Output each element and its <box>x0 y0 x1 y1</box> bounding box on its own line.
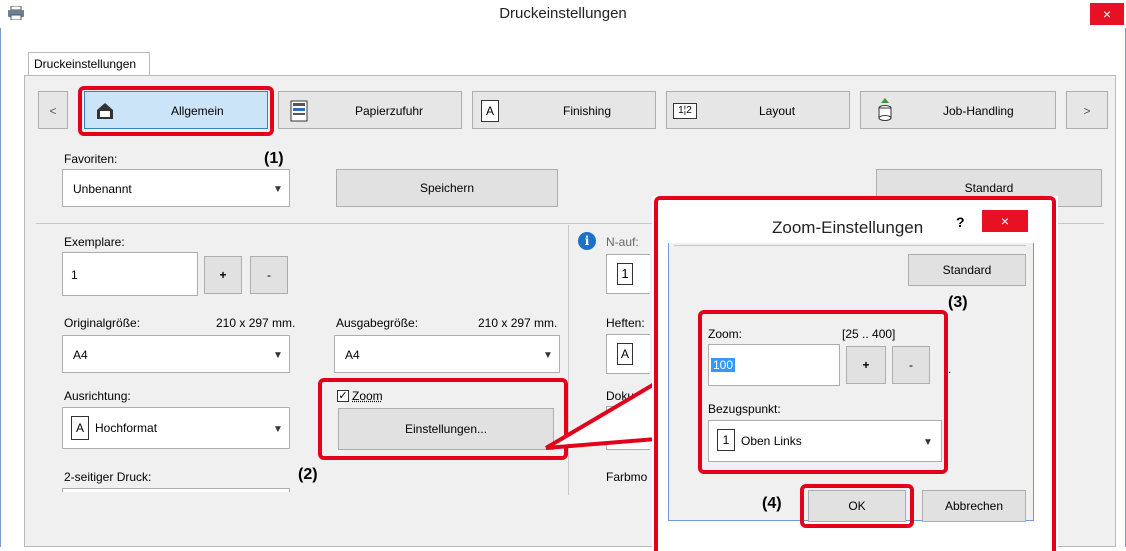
orientation-value: Hochformat <box>95 421 158 435</box>
output-size-select[interactable]: A4 ▼ <box>334 335 560 373</box>
dialog-close-button[interactable]: × <box>982 210 1028 232</box>
original-size-dims: 210 x 297 mm. <box>216 316 296 330</box>
copies-label: Exemplare: <box>64 235 125 249</box>
callout-2: (2) <box>298 466 318 483</box>
nav-job-handling[interactable]: Job-Handling <box>860 91 1056 129</box>
copies-input[interactable]: 1 <box>62 252 198 296</box>
nup-select[interactable]: 1 <box>606 254 650 294</box>
orientation-label: Ausrichtung: <box>64 389 131 403</box>
nav-papierzufuhr[interactable]: Papierzufuhr <box>278 91 462 129</box>
nav-layout[interactable]: 1¦2 Layout <box>666 91 850 129</box>
nav-finishing[interactable]: A Finishing <box>472 91 656 129</box>
duplex-label: 2-seitiger Druck: <box>64 470 152 484</box>
callout-3: (3) <box>948 294 968 311</box>
nav-prev-button[interactable]: < <box>38 91 68 129</box>
chevron-down-icon: ▼ <box>273 184 283 195</box>
layout-icon: 1¦2 <box>673 103 697 119</box>
info-icon: i <box>578 232 596 250</box>
window-title: Druckeinstellungen <box>499 5 627 22</box>
favorites-select[interactable]: Unbenannt ▼ <box>62 169 290 207</box>
nav-label-papierzufuhr: Papierzufuhr <box>355 104 424 118</box>
close-button[interactable]: × <box>1090 3 1124 25</box>
nav-next-button[interactable]: > <box>1066 91 1108 129</box>
chevron-down-icon: ▼ <box>273 350 283 361</box>
output-size-value: A4 <box>345 348 360 362</box>
tab-druckeinstellungen[interactable]: Druckeinstellungen <box>28 52 150 76</box>
portrait-icon: A <box>71 416 89 440</box>
callout-4: (4) <box>762 495 782 512</box>
copies-value: 1 <box>71 268 78 282</box>
zoom-dialog-title: Zoom-Einstellungen <box>772 218 924 237</box>
nav-label-job-handling: Job-Handling <box>943 104 1014 118</box>
staple-label: Heften: <box>606 316 645 330</box>
chevron-down-icon: ▼ <box>273 424 283 435</box>
highlight-ok <box>800 484 914 528</box>
original-size-value: A4 <box>73 348 88 362</box>
job-handling-icon <box>877 98 893 122</box>
dialog-divider <box>674 245 1026 246</box>
paper-tray-icon <box>289 100 309 122</box>
save-favorites-button[interactable]: Speichern <box>336 169 558 207</box>
highlight-allgemein <box>78 86 274 136</box>
favorites-label: Favoriten: <box>64 152 118 166</box>
copies-minus-button[interactable]: - <box>250 256 288 294</box>
copies-plus-button[interactable]: + <box>204 256 242 294</box>
finishing-icon: A <box>481 100 499 122</box>
trailing-dot: . <box>948 362 952 376</box>
nup-icon: 1 <box>617 263 633 285</box>
dialog-standard-button[interactable]: Standard <box>908 254 1026 286</box>
callout-1: (1) <box>264 150 284 167</box>
nav-label-layout: Layout <box>759 104 796 118</box>
highlight-zoom-fields <box>698 310 948 474</box>
original-size-select[interactable]: A4 ▼ <box>62 335 290 373</box>
nav-label-finishing: Finishing <box>563 104 612 118</box>
help-button[interactable]: ? <box>956 214 965 230</box>
cancel-button[interactable]: Abbrechen <box>922 490 1026 522</box>
duplex-select[interactable] <box>62 488 290 492</box>
nup-label: N-auf: <box>606 235 639 249</box>
highlight-zoom <box>318 378 568 460</box>
orientation-select[interactable]: A Hochformat ▼ <box>62 407 290 449</box>
favorites-value: Unbenannt <box>73 182 132 196</box>
color-mode-label: Farbmo <box>606 470 648 484</box>
output-size-dims: 210 x 297 mm. <box>478 316 558 330</box>
output-size-label: Ausgabegröße: <box>336 316 419 330</box>
original-size-label: Originalgröße: <box>64 316 141 330</box>
